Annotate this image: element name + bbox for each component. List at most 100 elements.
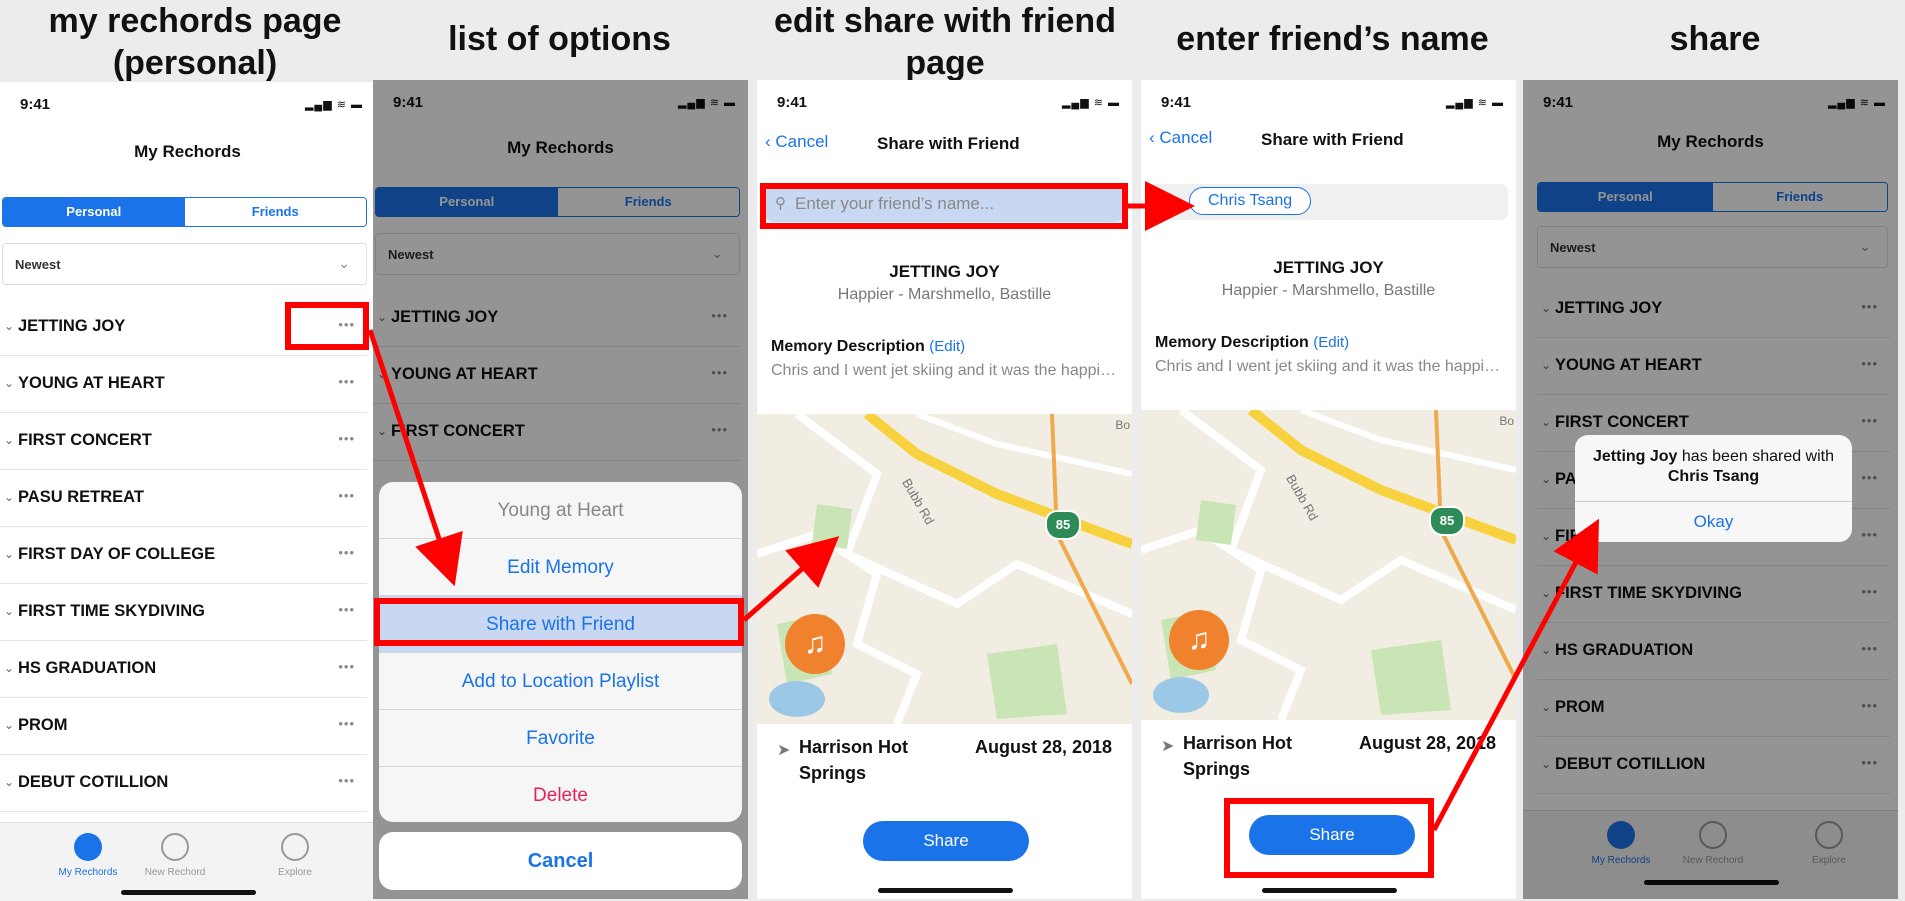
list-item-title: PROM — [18, 716, 68, 734]
cancel-button[interactable]: ‹ Cancel — [1149, 128, 1212, 148]
segment-friends[interactable]: Friends — [184, 198, 366, 226]
song-info: JETTING JOY Happier - Marshmello, Bastil… — [1141, 258, 1516, 300]
more-icon[interactable]: ••• — [338, 374, 355, 389]
phone-options: 9:41 ▂▄▆ ≋ ▬ My Rechords Personal Friend… — [373, 80, 748, 899]
tab-new-rechord[interactable]: New Rechord — [125, 833, 225, 878]
more-icon[interactable]: ••• — [338, 773, 355, 788]
location-arrow-icon: ➤ — [1161, 738, 1175, 755]
status-icons: ▂▄▆ ≋ ▬ — [1445, 97, 1504, 109]
chevron-down-icon: ⌄ — [4, 718, 15, 732]
list-item[interactable]: ⌄ YOUNG AT HEART ••• — [0, 356, 367, 413]
panel-title-1: my rechords page (personal) — [48, 2, 342, 82]
list-item[interactable]: ⌄ FIRST TIME SKYDIVING ••• — [0, 584, 367, 641]
friend-chip[interactable]: Chris Tsang — [1189, 187, 1312, 215]
more-icon[interactable]: ••• — [338, 716, 355, 731]
list-item[interactable]: ⌄PASU RETREAT ••• — [0, 470, 367, 527]
action-sheet-header: Young at Heart — [379, 482, 742, 539]
status-icons: ▂▄▆ ≋ ▬ — [304, 99, 363, 111]
sort-select[interactable]: Newest ⌄ — [2, 243, 367, 285]
status-time: 9:41 — [1161, 94, 1192, 111]
chevron-down-icon: ⌄ — [4, 433, 15, 447]
status-bar: 9:41 ▂▄▆ ≋ ▬ — [0, 82, 375, 122]
song-artist: Happier - Marshmello, Bastille — [1221, 282, 1436, 299]
memory-text: Chris and I went jet skiing and it was t… — [771, 362, 1122, 379]
alert-song: Jetting Joy — [1592, 448, 1678, 465]
action-sheet: Young at Heart Edit Memory Share with Fr… — [379, 482, 742, 822]
globe-icon — [281, 833, 309, 861]
tab-label: New Rechord — [144, 867, 206, 878]
list-item-title: PASU RETREAT — [18, 488, 144, 506]
panel-title-2: list of options — [448, 20, 671, 58]
location-arrow-icon: ➤ — [777, 742, 791, 759]
okay-button[interactable]: Okay — [1575, 501, 1852, 542]
action-favorite[interactable]: Favorite — [379, 710, 742, 767]
memory-heading: Memory Description (Edit) — [1155, 334, 1350, 351]
home-indicator — [877, 888, 1013, 893]
more-icon[interactable]: ••• — [338, 488, 355, 503]
cancel-button[interactable]: ‹ Cancel — [765, 132, 828, 152]
action-delete[interactable]: Delete — [379, 767, 742, 822]
list-item[interactable]: ⌄ FIRST CONCERT ••• — [0, 413, 367, 470]
highlight-share-button — [1224, 798, 1434, 878]
action-edit-memory[interactable]: Edit Memory — [379, 539, 742, 596]
more-icon[interactable]: ••• — [338, 545, 355, 560]
list-item-title: FIRST CONCERT — [18, 431, 152, 449]
alert-message: Jetting Joy has been shared with Chris T… — [1575, 435, 1852, 487]
location-map[interactable]: Bubb Rd Bo 85 ♫ — [757, 414, 1132, 724]
map-corner-label: Bo — [1499, 414, 1514, 428]
more-icon[interactable]: ••• — [338, 602, 355, 617]
map-corner-label: Bo — [1115, 418, 1130, 432]
more-icon[interactable]: ••• — [338, 659, 355, 674]
status-time: 9:41 — [777, 94, 808, 111]
chevron-down-icon: ⌄ — [4, 376, 15, 390]
location-name: Harrison Hot Springs — [799, 737, 909, 783]
map-graphic — [757, 414, 1132, 724]
tab-label: Explore — [278, 867, 312, 878]
list-item[interactable]: ⌄FIRST DAY OF COLLEGE ••• — [0, 527, 367, 584]
song-title: JETTING JOY — [1273, 258, 1384, 277]
list-item[interactable]: ⌄ DEBUT COTILLION ••• — [0, 755, 367, 812]
memory-edit-link[interactable]: (Edit) — [929, 338, 965, 355]
location-map[interactable]: Bubb Rd Bo 85 ♫ — [1141, 410, 1516, 720]
action-sheet-cancel-button[interactable]: Cancel — [379, 832, 742, 890]
song-artist: Happier - Marshmello, Bastille — [837, 286, 1052, 303]
panel-title-4: enter friend’s name — [1176, 20, 1489, 58]
list-item[interactable]: ⌄ PROM ••• — [0, 698, 367, 755]
page-title: Share with Friend — [1261, 130, 1404, 149]
segment-personal[interactable]: Personal — [3, 198, 185, 226]
alert-middle: has been shared with — [1681, 448, 1835, 465]
list-item-title: FIRST TIME SKYDIVING — [18, 602, 206, 620]
share-button[interactable]: Share — [863, 821, 1029, 861]
home-indicator — [1261, 888, 1397, 893]
location-name: Harrison Hot Springs — [1183, 733, 1293, 779]
song-title: JETTING JOY — [889, 262, 1000, 281]
song-info: JETTING JOY Happier - Marshmello, Bastil… — [757, 262, 1132, 304]
status-icons: ▂▄▆ ≋ ▬ — [1061, 97, 1120, 109]
list-item-title: DEBUT COTILLION — [18, 773, 169, 791]
page-title: My Rechords — [134, 142, 241, 161]
list-item-title: FIRST DAY OF COLLEGE — [18, 545, 216, 563]
music-pin-icon: ♫ — [785, 614, 845, 674]
chevron-down-icon: ⌄ — [4, 604, 15, 618]
panel-title-3: edit share with friend page — [774, 2, 1116, 82]
list-item[interactable]: ⌄ HS GRADUATION ••• — [0, 641, 367, 698]
segmented-control: Personal Friends — [2, 197, 367, 227]
chevron-down-icon: ⌄ — [338, 255, 350, 271]
friend-search-input[interactable]: ⚲ Chris Tsang — [1149, 184, 1508, 220]
memory-edit-link[interactable]: (Edit) — [1313, 334, 1349, 351]
chevron-left-icon: ‹ — [1149, 128, 1160, 147]
chevron-down-icon: ⌄ — [4, 547, 15, 561]
highlight-share-with-friend — [374, 598, 744, 646]
tab-explore[interactable]: Explore — [245, 833, 345, 878]
highlight-search-input — [760, 183, 1128, 229]
memory-date: August 28, 2018 — [975, 737, 1113, 757]
action-add-location-playlist[interactable]: Add to Location Playlist — [379, 653, 742, 710]
phone-shared: 9:41 ▂▄▆ ≋ ▬ My Rechords Personal Friend… — [1523, 80, 1898, 899]
tab-bar: My Rechords New Rechord Explore — [0, 822, 375, 901]
record-icon — [74, 833, 102, 861]
more-icon[interactable]: ••• — [338, 431, 355, 446]
list-item-title: HS GRADUATION — [18, 659, 157, 677]
tab-my-rechords[interactable]: My Rechords — [38, 833, 138, 878]
panel-title-5: share — [1669, 20, 1761, 58]
sort-label: Newest — [15, 257, 61, 272]
